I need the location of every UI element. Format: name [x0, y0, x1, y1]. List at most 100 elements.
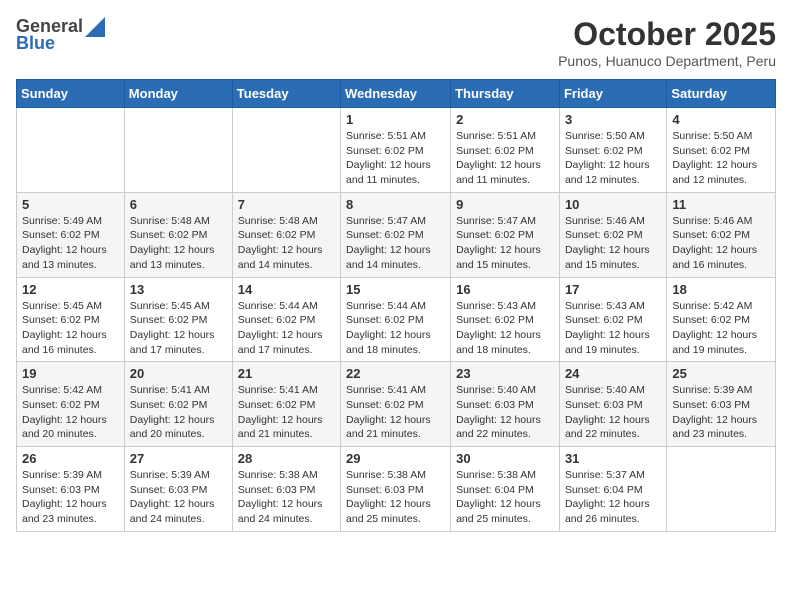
table-row: 28 Sunrise: 5:38 AM Sunset: 6:03 PM Dayli…: [232, 447, 340, 532]
cell-date-number: 11: [672, 197, 770, 212]
cell-info: Sunrise: 5:42 AM Sunset: 6:02 PM Dayligh…: [672, 299, 770, 358]
table-row: 3Sunrise: 5:50 AM Sunset: 6:02 PM Daylig…: [559, 108, 666, 193]
header-tuesday: Tuesday: [232, 80, 340, 108]
table-row: 26 Sunrise: 5:39 AM Sunset: 6:03 PM Dayli…: [17, 447, 125, 532]
cell-info: Sunrise: 5:42 AM Sunset: 6:02 PM Dayligh…: [22, 383, 119, 442]
cell-date-number: 31: [565, 451, 661, 466]
page-header: General Blue October 2025 Punos, Huanuco…: [16, 16, 776, 69]
table-row: 5Sunrise: 5:49 AM Sunset: 6:02 PM Daylig…: [17, 192, 125, 277]
cell-info: Sunrise: 5:37 AM Sunset: 6:04 PM Dayligh…: [565, 468, 661, 527]
cell-date-number: 22: [346, 366, 445, 381]
table-row: 6Sunrise: 5:48 AM Sunset: 6:02 PM Daylig…: [124, 192, 232, 277]
cell-date-number: 21: [238, 366, 335, 381]
cell-date-number: 16: [456, 282, 554, 297]
table-row: 29Sunrise: 5:38 AM Sunset: 6:03 PM Dayli…: [341, 447, 451, 532]
cell-date-number: 28: [238, 451, 335, 466]
table-row: 2 Sunrise: 5:51 AM Sunset: 6:02 PM Daylig…: [451, 108, 560, 193]
header-sunday: Sunday: [17, 80, 125, 108]
cell-info: Sunrise: 5:45 AM Sunset: 6:02 PM Dayligh…: [22, 299, 119, 358]
cell-date-number: 5: [22, 197, 119, 212]
table-row: 10 Sunrise: 5:46 AM Sunset: 6:02 PM Dayli…: [559, 192, 666, 277]
cell-info: Sunrise: 5:41 AM Sunset: 6:02 PM Dayligh…: [238, 383, 335, 442]
cell-date-number: 20: [130, 366, 227, 381]
table-row: 23 Sunrise: 5:40 AM Sunset: 6:03 PM Dayli…: [451, 362, 560, 447]
header-wednesday: Wednesday: [341, 80, 451, 108]
cell-info: Sunrise: 5:48 AM Sunset: 6:02 PM Dayligh…: [238, 214, 335, 273]
table-row: 7 Sunrise: 5:48 AM Sunset: 6:02 PM Daylig…: [232, 192, 340, 277]
table-row: 9Sunrise: 5:47 AM Sunset: 6:02 PM Daylig…: [451, 192, 560, 277]
cell-info: Sunrise: 5:41 AM Sunset: 6:02 PM Dayligh…: [130, 383, 227, 442]
cell-date-number: 7: [238, 197, 335, 212]
cell-info: Sunrise: 5:40 AM Sunset: 6:03 PM Dayligh…: [565, 383, 661, 442]
logo: General Blue: [16, 16, 105, 54]
cell-date-number: 4: [672, 112, 770, 127]
table-row: 13 Sunrise: 5:45 AM Sunset: 6:02 PM Dayli…: [124, 277, 232, 362]
cell-info: Sunrise: 5:40 AM Sunset: 6:03 PM Dayligh…: [456, 383, 554, 442]
table-row: 19Sunrise: 5:42 AM Sunset: 6:02 PM Dayli…: [17, 362, 125, 447]
cell-date-number: 24: [565, 366, 661, 381]
table-row: 14 Sunrise: 5:44 AM Sunset: 6:02 PM Dayli…: [232, 277, 340, 362]
cell-date-number: 3: [565, 112, 661, 127]
cell-info: Sunrise: 5:48 AM Sunset: 6:02 PM Dayligh…: [130, 214, 227, 273]
table-row: 31 Sunrise: 5:37 AM Sunset: 6:04 PM Dayli…: [559, 447, 666, 532]
cell-date-number: 26: [22, 451, 119, 466]
cell-date-number: 8: [346, 197, 445, 212]
cell-date-number: 2: [456, 112, 554, 127]
header-friday: Friday: [559, 80, 666, 108]
logo-blue: Blue: [16, 33, 55, 54]
table-row: 30 Sunrise: 5:38 AM Sunset: 6:04 PM Dayli…: [451, 447, 560, 532]
cell-date-number: 30: [456, 451, 554, 466]
calendar-header-row: Sunday Monday Tuesday Wednesday Thursday…: [17, 80, 776, 108]
cell-date-number: 1: [346, 112, 445, 127]
table-row: 22Sunrise: 5:41 AM Sunset: 6:02 PM Dayli…: [341, 362, 451, 447]
cell-date-number: 29: [346, 451, 445, 466]
cell-date-number: 25: [672, 366, 770, 381]
calendar-title: October 2025: [558, 16, 776, 53]
table-row: 25 Sunrise: 5:39 AM Sunset: 6:03 PM Dayli…: [667, 362, 776, 447]
table-row: [232, 108, 340, 193]
cell-info: Sunrise: 5:47 AM Sunset: 6:02 PM Dayligh…: [346, 214, 445, 273]
cell-info: Sunrise: 5:44 AM Sunset: 6:02 PM Dayligh…: [346, 299, 445, 358]
cell-info: Sunrise: 5:51 AM Sunset: 6:02 PM Dayligh…: [456, 129, 554, 188]
cell-date-number: 23: [456, 366, 554, 381]
week-row-1: 1 Sunrise: 5:51 AM Sunset: 6:02 PM Daylig…: [17, 108, 776, 193]
cell-date-number: 13: [130, 282, 227, 297]
table-row: 1Sunrise: 5:51 AM Sunset: 6:02 PM Daylig…: [341, 108, 451, 193]
cell-info: Sunrise: 5:38 AM Sunset: 6:04 PM Dayligh…: [456, 468, 554, 527]
cell-date-number: 14: [238, 282, 335, 297]
logo-triangle-icon: [83, 17, 105, 37]
week-row-4: 19Sunrise: 5:42 AM Sunset: 6:02 PM Dayli…: [17, 362, 776, 447]
cell-info: Sunrise: 5:43 AM Sunset: 6:02 PM Dayligh…: [565, 299, 661, 358]
cell-info: Sunrise: 5:46 AM Sunset: 6:02 PM Dayligh…: [565, 214, 661, 273]
calendar-subtitle: Punos, Huanuco Department, Peru: [558, 53, 776, 69]
header-saturday: Saturday: [667, 80, 776, 108]
cell-date-number: 15: [346, 282, 445, 297]
cell-info: Sunrise: 5:39 AM Sunset: 6:03 PM Dayligh…: [22, 468, 119, 527]
calendar-table: Sunday Monday Tuesday Wednesday Thursday…: [16, 79, 776, 532]
cell-info: Sunrise: 5:43 AM Sunset: 6:02 PM Dayligh…: [456, 299, 554, 358]
table-row: 27 Sunrise: 5:39 AM Sunset: 6:03 PM Dayli…: [124, 447, 232, 532]
cell-info: Sunrise: 5:45 AM Sunset: 6:02 PM Dayligh…: [130, 299, 227, 358]
cell-info: Sunrise: 5:39 AM Sunset: 6:03 PM Dayligh…: [672, 383, 770, 442]
cell-date-number: 17: [565, 282, 661, 297]
table-row: 15 Sunrise: 5:44 AM Sunset: 6:02 PM Dayli…: [341, 277, 451, 362]
table-row: 20 Sunrise: 5:41 AM Sunset: 6:02 PM Dayli…: [124, 362, 232, 447]
cell-date-number: 9: [456, 197, 554, 212]
week-row-5: 26 Sunrise: 5:39 AM Sunset: 6:03 PM Dayli…: [17, 447, 776, 532]
cell-date-number: 12: [22, 282, 119, 297]
cell-info: Sunrise: 5:44 AM Sunset: 6:02 PM Dayligh…: [238, 299, 335, 358]
cell-info: Sunrise: 5:38 AM Sunset: 6:03 PM Dayligh…: [238, 468, 335, 527]
table-row: 16 Sunrise: 5:43 AM Sunset: 6:02 PM Dayli…: [451, 277, 560, 362]
cell-date-number: 27: [130, 451, 227, 466]
table-row: [667, 447, 776, 532]
cell-info: Sunrise: 5:39 AM Sunset: 6:03 PM Dayligh…: [130, 468, 227, 527]
table-row: 17 Sunrise: 5:43 AM Sunset: 6:02 PM Dayli…: [559, 277, 666, 362]
cell-date-number: 18: [672, 282, 770, 297]
table-row: 18 Sunrise: 5:42 AM Sunset: 6:02 PM Dayli…: [667, 277, 776, 362]
header-monday: Monday: [124, 80, 232, 108]
cell-date-number: 10: [565, 197, 661, 212]
table-row: 24 Sunrise: 5:40 AM Sunset: 6:03 PM Dayli…: [559, 362, 666, 447]
table-row: 8 Sunrise: 5:47 AM Sunset: 6:02 PM Daylig…: [341, 192, 451, 277]
table-row: [124, 108, 232, 193]
cell-info: Sunrise: 5:46 AM Sunset: 6:02 PM Dayligh…: [672, 214, 770, 273]
